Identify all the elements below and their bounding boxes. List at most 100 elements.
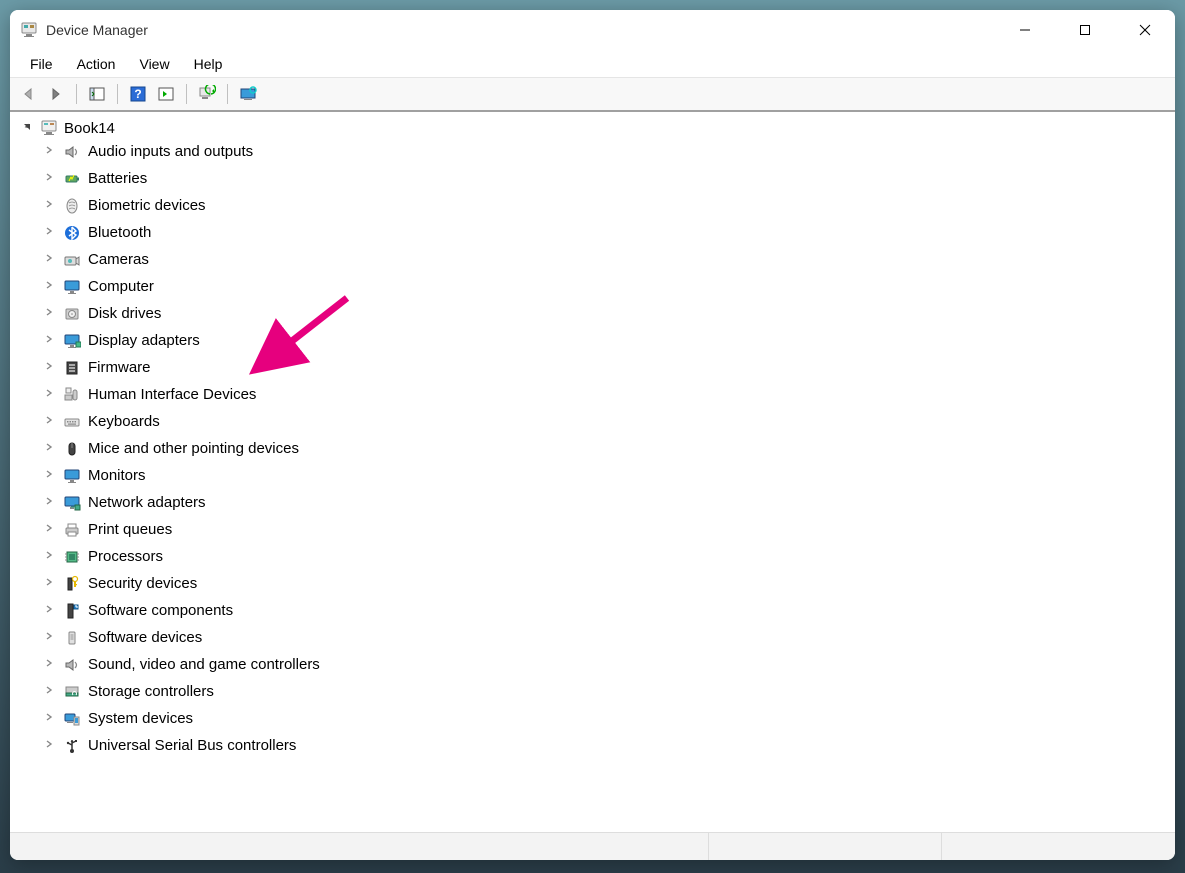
chevron-right-icon[interactable] xyxy=(42,172,56,185)
tree-category-node[interactable]: Universal Serial Bus controllers xyxy=(42,732,1175,759)
app-icon xyxy=(20,21,38,39)
window-controls xyxy=(995,10,1175,50)
tree-category-node[interactable]: Security devices xyxy=(42,570,1175,597)
chevron-right-icon[interactable] xyxy=(42,523,56,536)
tree-category-label: Network adapters xyxy=(88,494,206,511)
forward-button[interactable] xyxy=(44,82,68,106)
tree-root-node[interactable]: Book14 xyxy=(20,118,1175,138)
chevron-right-icon[interactable] xyxy=(42,334,56,347)
tree-category-label: Universal Serial Bus controllers xyxy=(88,737,296,754)
chevron-right-icon[interactable] xyxy=(42,577,56,590)
tree-category-node[interactable]: Cameras xyxy=(42,246,1175,273)
keyboard-icon xyxy=(62,412,82,432)
tree-category-label: Sound, video and game controllers xyxy=(88,656,320,673)
minimize-button[interactable] xyxy=(995,10,1055,50)
tree-category-label: Computer xyxy=(88,278,154,295)
chevron-right-icon[interactable] xyxy=(42,712,56,725)
show-hide-tree-button[interactable] xyxy=(85,82,109,106)
chevron-right-icon[interactable] xyxy=(42,253,56,266)
storage-icon xyxy=(62,682,82,702)
chevron-right-icon[interactable] xyxy=(42,658,56,671)
tree-category-label: Disk drives xyxy=(88,305,161,322)
chevron-right-icon[interactable] xyxy=(42,361,56,374)
tree-category-node[interactable]: Processors xyxy=(42,543,1175,570)
window-title: Device Manager xyxy=(46,22,148,38)
chevron-right-icon[interactable] xyxy=(42,631,56,644)
speaker-icon xyxy=(62,655,82,675)
chevron-right-icon[interactable] xyxy=(42,226,56,239)
tree-category-node[interactable]: Biometric devices xyxy=(42,192,1175,219)
display-icon xyxy=(62,331,82,351)
chevron-right-icon[interactable] xyxy=(42,280,56,293)
menu-file[interactable]: File xyxy=(18,52,65,76)
toolbar-separator xyxy=(76,84,77,104)
printer-icon xyxy=(62,520,82,540)
tree-category-node[interactable]: Sound, video and game controllers xyxy=(42,651,1175,678)
menu-help[interactable]: Help xyxy=(182,52,235,76)
chevron-right-icon[interactable] xyxy=(42,307,56,320)
scan-hardware-button[interactable] xyxy=(195,82,219,106)
tree-category-node[interactable]: Display adapters xyxy=(42,327,1175,354)
maximize-button[interactable] xyxy=(1055,10,1115,50)
monitor-icon xyxy=(62,277,82,297)
tree-category-node[interactable]: Human Interface Devices xyxy=(42,381,1175,408)
help-button[interactable]: ? xyxy=(126,82,150,106)
tree-category-label: System devices xyxy=(88,710,193,727)
toolbar-separator xyxy=(117,84,118,104)
tree-category-node[interactable]: Software devices xyxy=(42,624,1175,651)
chevron-right-icon[interactable] xyxy=(42,739,56,752)
tree-category-node[interactable]: Firmware xyxy=(42,354,1175,381)
chevron-right-icon[interactable] xyxy=(42,145,56,158)
tree-category-node[interactable]: Audio inputs and outputs xyxy=(42,138,1175,165)
device-tree[interactable]: Book14 Audio inputs and outputs Batteries… xyxy=(10,112,1175,832)
add-legacy-button[interactable] xyxy=(236,82,260,106)
tree-category-node[interactable]: Software components xyxy=(42,597,1175,624)
menubar: File Action View Help xyxy=(10,50,1175,78)
tree-category-node[interactable]: Mice and other pointing devices xyxy=(42,435,1175,462)
firmware-icon xyxy=(62,358,82,378)
tree-category-label: Firmware xyxy=(88,359,151,376)
chevron-right-icon[interactable] xyxy=(42,604,56,617)
chevron-right-icon[interactable] xyxy=(42,496,56,509)
titlebar: Device Manager xyxy=(10,10,1175,50)
chevron-right-icon[interactable] xyxy=(42,685,56,698)
tree-category-node[interactable]: Keyboards xyxy=(42,408,1175,435)
tree-category-label: Software devices xyxy=(88,629,202,646)
tree-category-node[interactable]: Disk drives xyxy=(42,300,1175,327)
tree-category-node[interactable]: System devices xyxy=(42,705,1175,732)
toolbar-separator xyxy=(227,84,228,104)
mouse-icon xyxy=(62,439,82,459)
tree-category-node[interactable]: Network adapters xyxy=(42,489,1175,516)
chevron-right-icon[interactable] xyxy=(42,415,56,428)
action-button[interactable] xyxy=(154,82,178,106)
back-button[interactable] xyxy=(16,82,40,106)
close-button[interactable] xyxy=(1115,10,1175,50)
tree-category-label: Biometric devices xyxy=(88,197,206,214)
toolbar-separator xyxy=(186,84,187,104)
tree-category-node[interactable]: Print queues xyxy=(42,516,1175,543)
chevron-right-icon[interactable] xyxy=(42,199,56,212)
chevron-right-icon[interactable] xyxy=(42,442,56,455)
monitor-icon xyxy=(62,466,82,486)
tree-category-node[interactable]: Storage controllers xyxy=(42,678,1175,705)
tree-category-node[interactable]: Monitors xyxy=(42,462,1175,489)
chevron-down-icon[interactable] xyxy=(20,121,34,135)
usb-icon xyxy=(62,736,82,756)
tree-category-label: Processors xyxy=(88,548,163,565)
tree-category-node[interactable]: Bluetooth xyxy=(42,219,1175,246)
tree-category-label: Batteries xyxy=(88,170,147,187)
system-icon xyxy=(62,709,82,729)
menu-view[interactable]: View xyxy=(127,52,181,76)
chevron-right-icon[interactable] xyxy=(42,550,56,563)
tree-category-node[interactable]: Batteries xyxy=(42,165,1175,192)
statusbar-cell xyxy=(708,833,942,860)
tree-category-label: Mice and other pointing devices xyxy=(88,440,299,457)
tree-category-label: Storage controllers xyxy=(88,683,214,700)
speaker-icon xyxy=(62,142,82,162)
chevron-right-icon[interactable] xyxy=(42,469,56,482)
tree-category-node[interactable]: Computer xyxy=(42,273,1175,300)
bluetooth-icon xyxy=(62,223,82,243)
chevron-right-icon[interactable] xyxy=(42,388,56,401)
menu-action[interactable]: Action xyxy=(65,52,128,76)
tree-category-label: Keyboards xyxy=(88,413,160,430)
